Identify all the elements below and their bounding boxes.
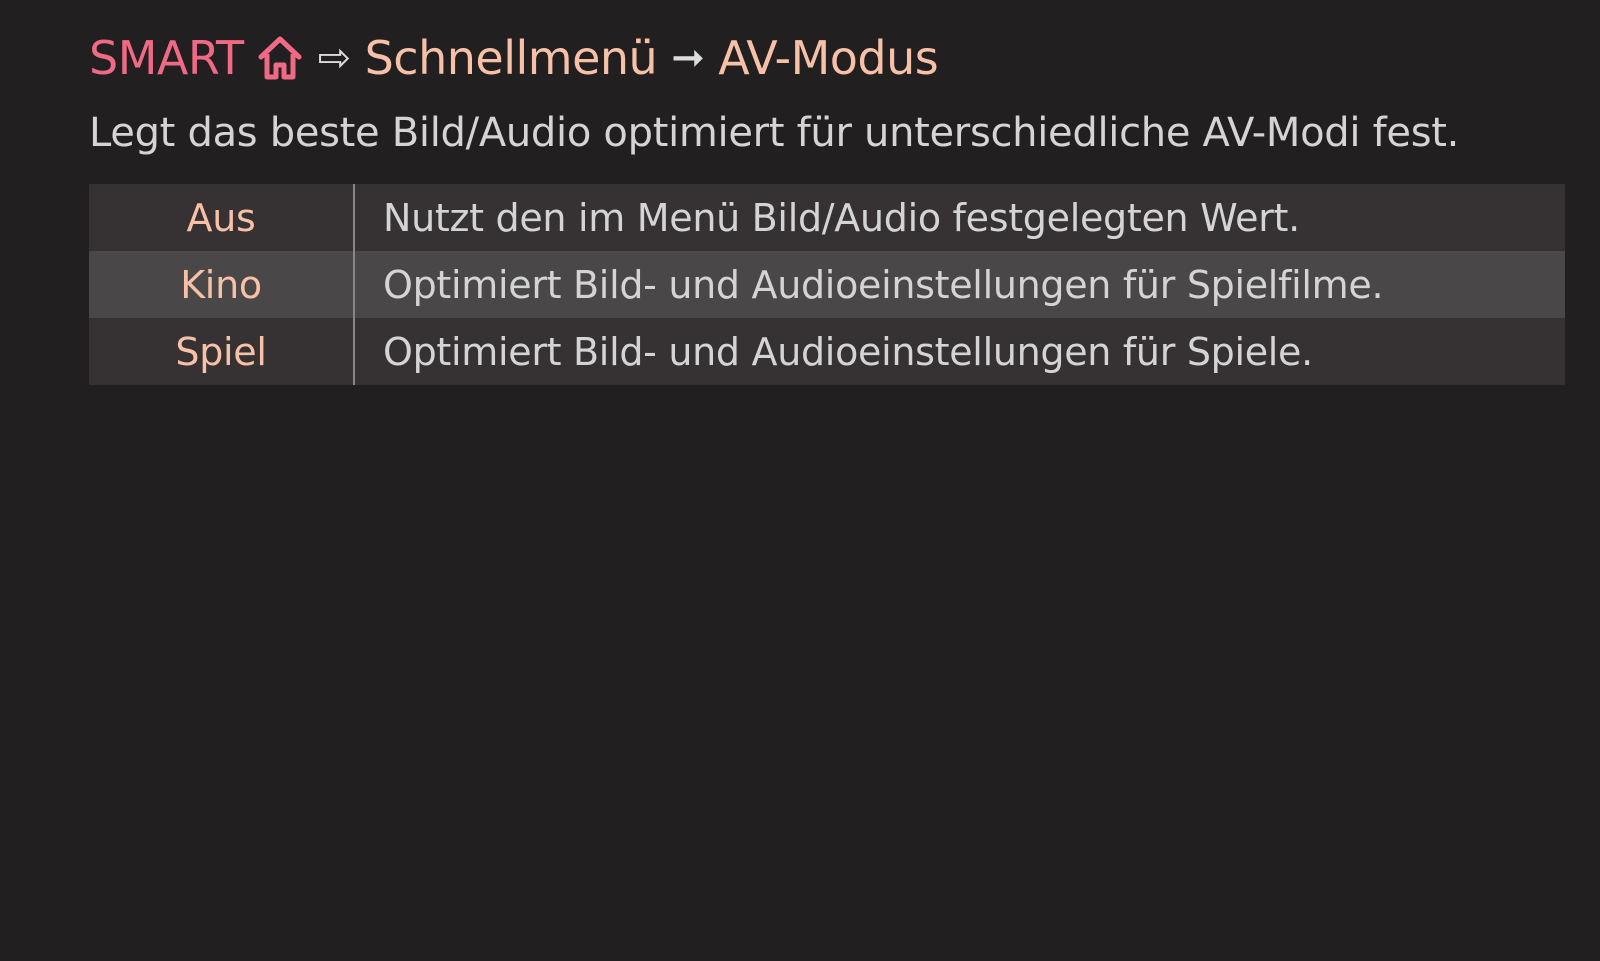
- option-name: Spiel: [89, 318, 355, 385]
- option-description: Optimiert Bild- und Audioeinstellungen f…: [383, 329, 1313, 374]
- option-description: Optimiert Bild- und Audioeinstellungen f…: [383, 262, 1384, 307]
- breadcrumb-av-mode: AV-Modus: [718, 31, 939, 85]
- page-description: Legt das beste Bild/Audio optimiert für …: [89, 110, 1460, 156]
- option-description: Nutzt den im Menü Bild/Audio festgelegte…: [383, 195, 1300, 240]
- smart-label: SMART: [89, 31, 244, 85]
- option-name: Kino: [89, 251, 355, 318]
- breadcrumb: SMART ⇨ Schnellmenü ➞ AV-Modus: [89, 26, 939, 90]
- breadcrumb-quick-menu: Schnellmenü: [364, 31, 658, 85]
- table-row: Kino Optimiert Bild- und Audioeinstellun…: [89, 251, 1565, 318]
- option-name: Aus: [89, 184, 355, 251]
- home-icon: [256, 34, 304, 82]
- arrow-right-outline-icon: ⇨: [317, 35, 352, 81]
- arrow-right-icon: ➞: [671, 35, 705, 81]
- table-row: Spiel Optimiert Bild- und Audioeinstellu…: [89, 318, 1565, 385]
- av-mode-options-table: Aus Nutzt den im Menü Bild/Audio festgel…: [89, 184, 1565, 385]
- table-row: Aus Nutzt den im Menü Bild/Audio festgel…: [89, 184, 1565, 251]
